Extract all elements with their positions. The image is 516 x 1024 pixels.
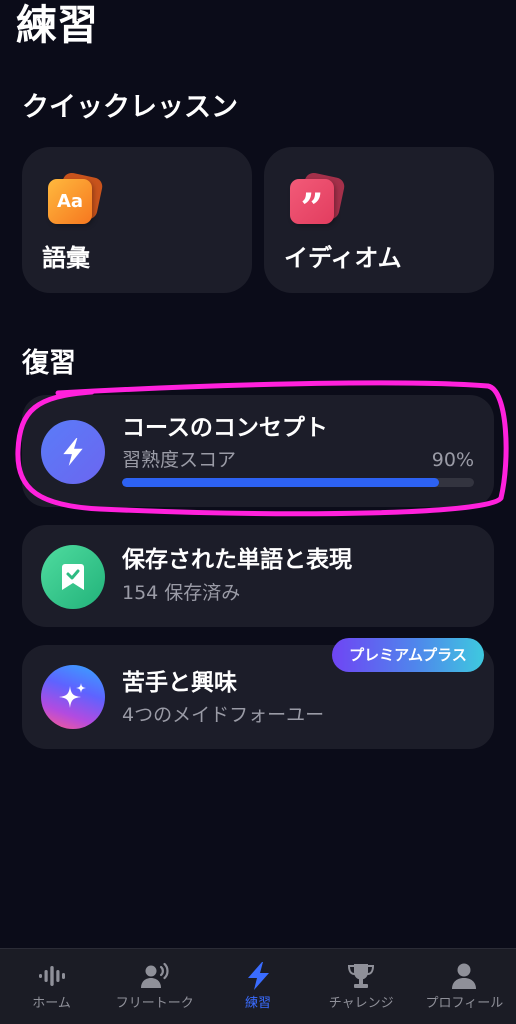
speaking-person-icon [140,961,170,991]
nav-label: ホーム [32,996,71,1011]
quick-lesson-idiom-card[interactable]: ” イディオム [264,147,494,293]
nav-label: プロフィール [425,996,504,1011]
idiom-icon-glyph: ” [300,184,324,232]
mastery-progress-fill [122,478,439,487]
nav-item-profile[interactable]: プロフィール [413,949,516,1024]
bottom-navigation: ホーム フリートーク 練習 チャレンジ プロフィール [0,948,516,1024]
nav-item-free-talk[interactable]: フリートーク [103,949,206,1024]
nav-item-challenge[interactable]: チャレンジ [310,949,413,1024]
practice-screen: 練習 クイックレッスン Aa 語彙 ” イディオム 復習 コースのコンセプト 習… [0,0,516,1024]
quick-lessons-heading: クイックレッスン [22,92,238,123]
nav-label: フリートーク [115,996,194,1011]
nav-label: 練習 [245,996,272,1011]
premium-plus-badge: プレミアムプラス [332,638,484,672]
review-item-title: 苦手と興味 [122,670,237,696]
nav-label: チャレンジ [328,996,394,1011]
vocabulary-icon-text: Aa [56,190,84,212]
mastery-score-value: 90% [431,449,474,471]
vocabulary-icon: Aa [48,171,108,227]
review-item-subtitle: 4つのメイドフォーユー [122,704,325,726]
nav-item-home[interactable]: ホーム [0,949,103,1024]
waveform-icon [37,961,67,991]
review-heading: 復習 [22,348,76,379]
lightning-icon [243,961,273,991]
review-item-title: コースのコンセプト [122,415,328,441]
quick-lesson-label: 語彙 [42,244,90,272]
review-item-subtitle: 154 保存済み [122,582,241,604]
mastery-progress-bar [122,478,474,487]
lightning-icon [41,420,105,484]
page-title: 練習 [16,1,98,49]
trophy-icon [346,961,376,991]
idiom-icon-front: ” [290,179,334,228]
bookmark-icon [41,545,105,609]
review-course-concepts-card[interactable]: コースのコンセプト 習熟度スコア 90% [22,395,494,507]
idiom-quote-icon: ” [290,171,350,228]
person-icon [449,961,479,991]
nav-item-practice[interactable]: 練習 [206,949,309,1024]
review-saved-words-card[interactable]: 保存された単語と表現 154 保存済み [22,525,494,627]
quick-lesson-label: イディオム [284,244,402,272]
vocabulary-icon-front: Aa [48,179,92,224]
review-item-title: 保存された単語と表現 [122,547,352,573]
mastery-score-label: 習熟度スコア [122,449,237,471]
quick-lesson-vocabulary-card[interactable]: Aa 語彙 [22,147,252,293]
sparkle-icon [41,665,105,729]
